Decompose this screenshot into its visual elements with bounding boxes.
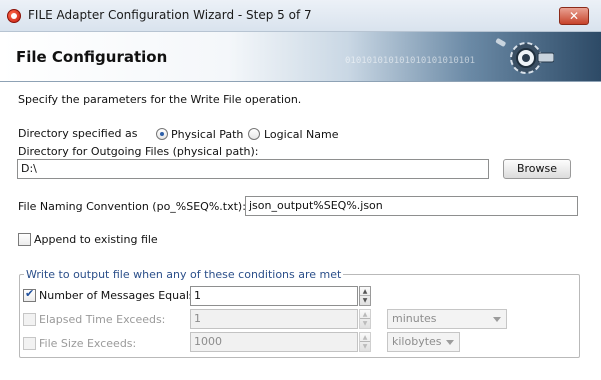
directory-type-label: Directory specified as [18, 127, 138, 140]
conditions-legend: Write to output file when any of these c… [24, 268, 344, 281]
chevron-down-icon [446, 340, 454, 345]
elapsed-time-spinner[interactable]: ▲ ▼ [359, 309, 371, 329]
elapsed-time-field[interactable]: 1 [190, 309, 358, 329]
title-bar: FILE Adapter Configuration Wizard - Step… [0, 0, 601, 32]
spinner-down-icon[interactable]: ▼ [360, 296, 370, 305]
physical-path-radio[interactable] [156, 128, 168, 140]
file-size-unit-value: kilobytes [392, 335, 442, 348]
header-banner: File Configuration 010101010101010101010… [0, 32, 601, 82]
spinner-up-icon[interactable]: ▲ [360, 333, 370, 342]
chevron-down-icon [493, 317, 501, 322]
logical-name-radio[interactable] [248, 128, 260, 140]
number-of-messages-field[interactable]: 1 [190, 286, 358, 306]
file-naming-field[interactable]: json_output%SEQ%.json [245, 196, 578, 216]
elapsed-time-checkbox[interactable] [23, 313, 36, 326]
spinner-down-icon[interactable]: ▼ [360, 342, 370, 351]
file-size-unit-select[interactable]: kilobytes [387, 332, 460, 352]
number-of-messages-label[interactable]: Number of Messages Equals: [39, 289, 198, 302]
elapsed-time-label[interactable]: Elapsed Time Exceeds: [39, 313, 165, 326]
file-naming-label: File Naming Convention (po_%SEQ%.txt): [18, 200, 246, 213]
elapsed-time-unit-value: minutes [392, 312, 437, 325]
number-of-messages-spinner[interactable]: ▲ ▼ [359, 286, 371, 306]
close-button[interactable]: ✕ [559, 7, 589, 25]
app-icon [7, 9, 21, 23]
page-title: File Configuration [16, 48, 168, 66]
binary-decoration: 010101010101010101010101 [345, 56, 476, 66]
file-size-label[interactable]: File Size Exceeds: [39, 337, 136, 350]
physical-path-label[interactable]: Physical Path [171, 128, 243, 141]
append-label[interactable]: Append to existing file [34, 233, 158, 246]
file-size-checkbox[interactable] [23, 337, 36, 350]
window-title: FILE Adapter Configuration Wizard - Step… [28, 8, 312, 22]
outgoing-directory-label: Directory for Outgoing Files (physical p… [18, 145, 259, 158]
spinner-up-icon[interactable]: ▲ [360, 310, 370, 319]
append-checkbox[interactable] [18, 233, 31, 246]
number-of-messages-checkbox[interactable] [23, 287, 36, 302]
spinner-up-icon[interactable]: ▲ [360, 287, 370, 296]
gear-icon [495, 38, 554, 74]
outgoing-directory-field[interactable]: D:\ [17, 159, 489, 179]
spinner-down-icon[interactable]: ▼ [360, 319, 370, 328]
browse-button[interactable]: Browse [503, 159, 571, 179]
elapsed-time-unit-select[interactable]: minutes [387, 309, 507, 329]
instruction-text: Specify the parameters for the Write Fil… [18, 93, 302, 106]
file-size-spinner[interactable]: ▲ ▼ [359, 332, 371, 352]
logical-name-label[interactable]: Logical Name [264, 128, 339, 141]
file-size-field[interactable]: 1000 [190, 332, 358, 352]
